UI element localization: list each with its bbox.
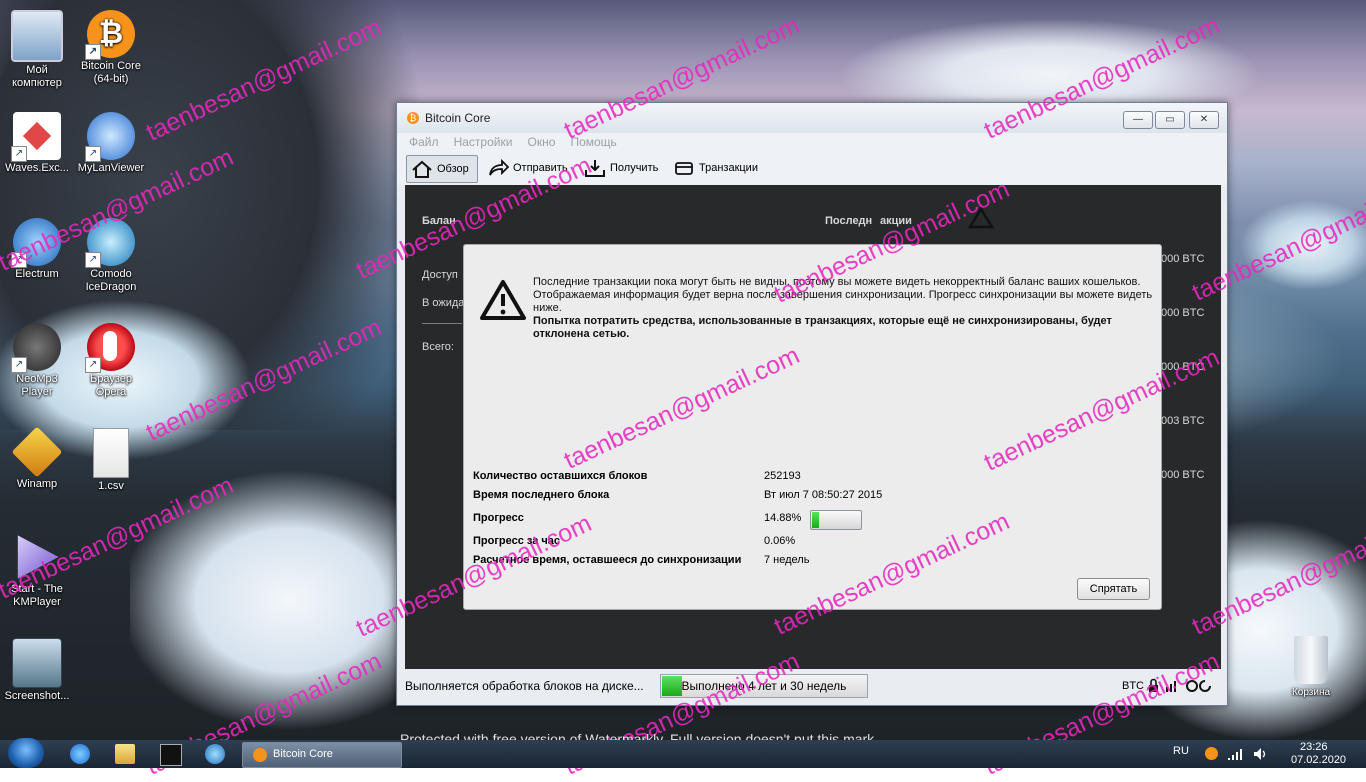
desktop-icon-mylanviewer[interactable]: ↗ MyLanViewer <box>74 112 148 175</box>
last-block-time-row: Время последнего блока Вт июл 7 08:50:27… <box>473 489 1153 505</box>
remaining-blocks-value: 252193 <box>764 470 801 482</box>
total-label: Всего: <box>422 341 454 353</box>
warning-icon <box>480 280 526 320</box>
network-icon[interactable] <box>1228 747 1244 761</box>
waves-icon: ↗ <box>11 112 61 162</box>
progress-per-hour-value: 0.06% <box>764 535 796 547</box>
desktop-icon-bitcoin-core[interactable]: ₿ ↗ Bitcoin Core (64-bit) <box>74 10 148 86</box>
desktop-icon-label: 1.csv <box>98 480 124 492</box>
recycle-bin-icon <box>1294 636 1328 684</box>
desktop-icon-screenshot[interactable]: Screenshot... <box>0 638 74 703</box>
desktop-icon-neomp3[interactable]: ↗ NeoMp3 Player <box>0 323 74 399</box>
globe-icon: ↗ <box>85 112 135 162</box>
internet-explorer-icon[interactable] <box>70 744 90 764</box>
progress-bar <box>810 510 862 530</box>
last-block-time-value: Вт июл 7 08:50:27 2015 <box>764 489 883 501</box>
close-button[interactable]: ✕ <box>1189 111 1219 129</box>
headphones-icon: ↗ <box>11 323 61 373</box>
progress-label: Прогресс <box>473 512 524 524</box>
start-button[interactable] <box>8 738 44 768</box>
console-icon[interactable] <box>160 744 182 766</box>
tx-amount: 003 BTC <box>1161 415 1205 427</box>
desktop-icon-label: Браузер Opera <box>90 373 132 398</box>
tx-amount: 000 BTC <box>1161 469 1205 481</box>
tx-amount: 000 BTC <box>1161 253 1205 265</box>
minimize-button[interactable]: — <box>1123 111 1153 129</box>
desktop-icon-label: MyLanViewer <box>77 162 145 174</box>
menu-file[interactable]: Файл <box>409 135 439 149</box>
last-block-time-label: Время последнего блока <box>473 489 610 501</box>
sync-warning-message: Последние транзакции пока могут быть не … <box>533 276 1153 341</box>
sync-warning-bold: Попытка потратить средства, использованн… <box>533 315 1112 340</box>
maximize-button[interactable]: ▭ <box>1155 111 1185 129</box>
pending-label: В ожида <box>422 297 465 309</box>
desktop-icon-waves[interactable]: ↗ Waves.Exc... <box>0 112 74 175</box>
progress-fill <box>812 512 819 528</box>
volume-icon[interactable] <box>1252 746 1268 762</box>
language-indicator[interactable]: RU <box>1173 745 1189 757</box>
tab-transactions[interactable]: Транзакции <box>669 155 758 181</box>
desktop-icon-winamp[interactable]: Winamp <box>0 426 74 491</box>
remaining-blocks-label: Количество оставшихся блоков <box>473 470 648 482</box>
menu-bar: Файл Настройки Окно Помощь <box>397 133 1227 151</box>
icedragon-taskbar-icon[interactable] <box>205 744 225 764</box>
progress-value: 14.88% <box>764 512 802 524</box>
desktop-icon-label: Мой компютер <box>12 64 62 89</box>
bitcoin-tray-icon[interactable] <box>1205 747 1218 760</box>
sync-warning-text: Последние транзакции пока могут быть не … <box>533 276 1153 314</box>
desktop-icon-opera[interactable]: ↗ Браузер Opera <box>74 323 148 399</box>
bitcoin-icon <box>253 748 267 762</box>
send-icon <box>489 158 509 176</box>
eta-value: 7 недель <box>764 554 810 566</box>
folder-icon[interactable] <box>115 744 135 764</box>
bitcoin-icon: ₿ <box>407 112 419 124</box>
desktop-icon-label: Waves.Exc... <box>5 162 69 174</box>
recent-heading: Последн <box>825 215 873 227</box>
desktop-icon-csv[interactable]: 1.csv <box>74 428 148 493</box>
desktop-icon-label: Bitcoin Core (64-bit) <box>81 60 141 85</box>
status-text: Выполняется обработка блоков на диске... <box>405 679 644 693</box>
transactions-icon <box>675 162 693 175</box>
window-titlebar[interactable]: ₿ Bitcoin Core — ▭ ✕ <box>397 103 1227 133</box>
clock-time[interactable]: 23:26 <box>1300 741 1328 753</box>
desktop-icon-label: Screenshot... <box>4 690 70 702</box>
desktop-icon-recycle-bin[interactable]: Корзина <box>1274 636 1348 699</box>
taskbar-item-bitcoin-core[interactable]: Bitcoin Core <box>242 742 402 768</box>
desktop-icon-label: NeoMp3 Player <box>16 373 58 398</box>
menu-window[interactable]: Окно <box>527 135 555 149</box>
desktop-icon-label: Winamp <box>16 478 58 490</box>
camera-icon <box>12 638 62 688</box>
bitcoin-icon: ₿ ↗ <box>85 10 135 60</box>
eta-row: Расчетное время, оставшееся до синхрониз… <box>473 554 1153 570</box>
desktop-icon-my-computer[interactable]: Мой компютер <box>0 10 74 90</box>
tab-overview[interactable]: Обзор <box>406 155 478 183</box>
available-label: Доступ <box>422 269 458 281</box>
desktop-icon-label: Comodo IceDragon <box>85 268 137 293</box>
tab-transactions-label: Транзакции <box>699 162 758 174</box>
tx-amount: 000 BTC <box>1161 307 1205 319</box>
taskbar: Bitcoin Core RU 23:26 07.02.2020 <box>0 738 1366 768</box>
tab-overview-label: Обзор <box>437 163 469 175</box>
tab-receive-label: Получить <box>610 162 659 174</box>
clock-date[interactable]: 07.02.2020 <box>1291 754 1346 766</box>
divider <box>422 323 462 324</box>
home-icon <box>412 160 432 178</box>
menu-settings[interactable]: Настройки <box>454 135 513 149</box>
opera-icon: ↗ <box>85 323 135 373</box>
winamp-icon <box>11 426 63 478</box>
taskbar-item-label: Bitcoin Core <box>273 748 333 760</box>
computer-icon <box>11 10 63 62</box>
window-title: Bitcoin Core <box>425 111 491 125</box>
hide-button[interactable]: Спрятать <box>1077 578 1150 600</box>
file-icon <box>93 428 129 478</box>
desktop-icon-label: Корзина <box>1291 687 1331 698</box>
